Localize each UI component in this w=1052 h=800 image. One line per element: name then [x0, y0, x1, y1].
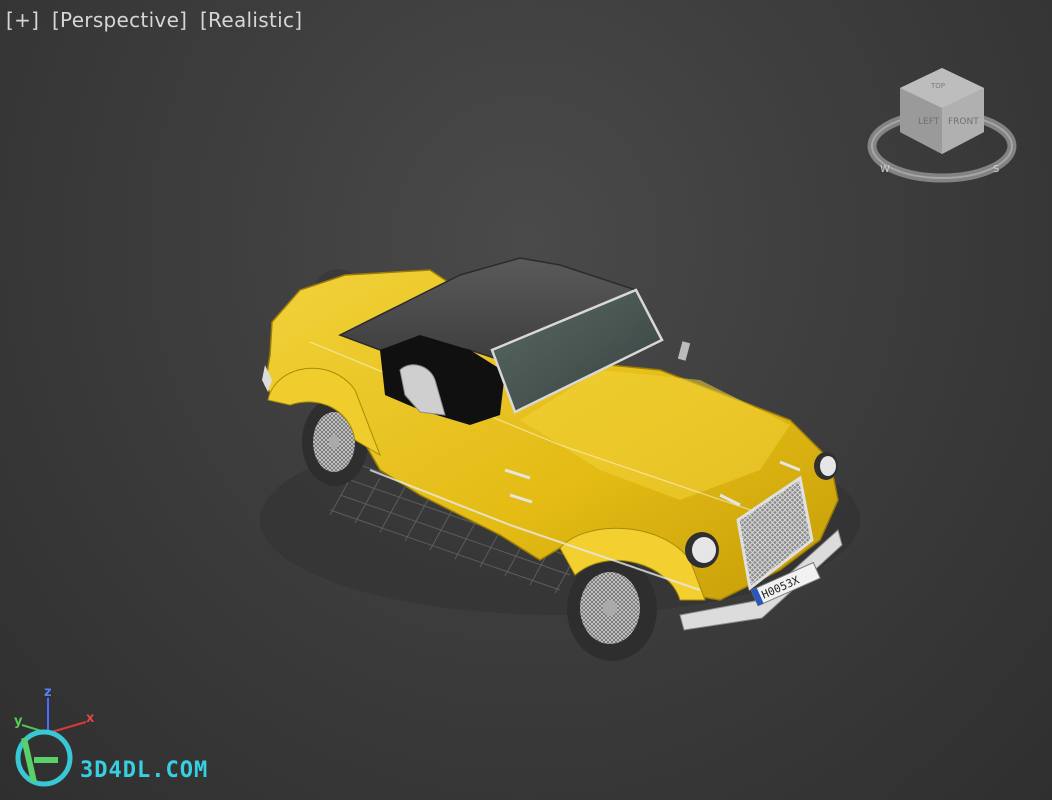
scene-canvas: LEFT FRONT TOP W S H0053X z x y [14, 68, 1017, 787]
compass-s: S [993, 164, 999, 175]
axis-gizmo: z x y [14, 685, 95, 734]
viewcube-face-top[interactable]: TOP [930, 82, 945, 90]
axis-x-label: x [86, 711, 95, 726]
front-wheel [567, 557, 657, 661]
viewcube-face-front[interactable]: FRONT [948, 117, 979, 127]
watermark-logo [15, 729, 73, 787]
viewcube-face-left[interactable]: LEFT [918, 117, 940, 127]
compass-w: W [880, 164, 890, 175]
axis-y-label: y [14, 714, 23, 729]
watermark-text: 3D4DL.COM [80, 758, 209, 783]
axis-z-label: z [44, 685, 52, 700]
viewcube[interactable]: LEFT FRONT TOP W S [867, 68, 1017, 183]
3d-viewport[interactable]: [+] [Perspective] [Realistic] LEFT FRONT… [0, 0, 1052, 800]
car-model[interactable]: H0053X [260, 257, 860, 661]
